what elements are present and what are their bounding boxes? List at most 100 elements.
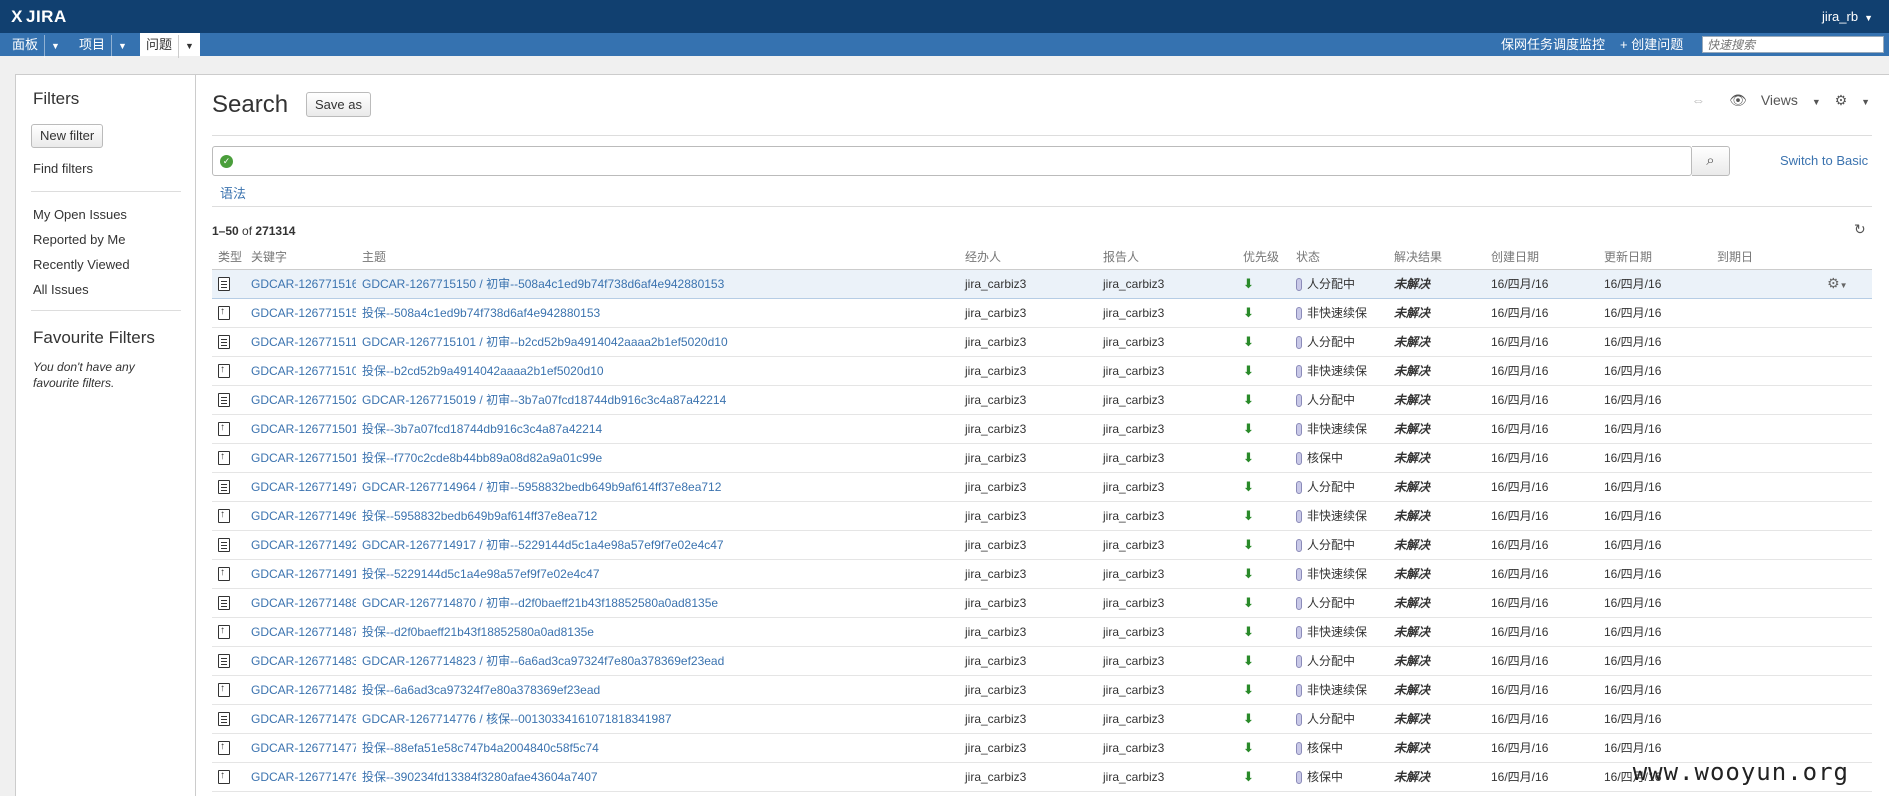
save-as-button[interactable]: Save as [306, 92, 371, 117]
table-row[interactable]: GDCAR-1267715019投保--3b7a07fcd18744db916c… [212, 414, 1872, 444]
column-header-assignee[interactable]: 经办人 [959, 245, 1097, 270]
row-actions [1821, 385, 1872, 415]
issue-key[interactable]: GDCAR-1267715101 [245, 356, 356, 386]
issue-type [212, 268, 245, 299]
issue-status: 非快速续保 [1290, 501, 1388, 531]
find-filters-link[interactable]: Find filters [33, 161, 93, 176]
issue-key[interactable]: GDCAR-1267714768 [245, 762, 356, 792]
jira-logo[interactable]: X JIRA [10, 7, 67, 27]
issue-status: 人分配中 [1290, 588, 1388, 618]
column-header-reporter[interactable]: 报告人 [1097, 245, 1237, 270]
table-row[interactable]: GDCAR-1267714833 GDCAR-1267714823 / 初审--6… [212, 646, 1872, 676]
table-row[interactable]: GDCAR-1267715101投保--b2cd52b9a4914042aaaa… [212, 356, 1872, 386]
table-row[interactable]: GDCAR-1267714870投保--d2f0baeff21b43f18852… [212, 617, 1872, 647]
new-filter-button[interactable]: New filter [31, 124, 104, 148]
issue-summary[interactable]: 投保--d2f0baeff21b43f18852580a0ad8135e [356, 617, 959, 647]
issue-summary[interactable]: 投保--5958832bedb649b9af614ff37e8ea712 [356, 501, 959, 531]
column-header-created[interactable]: 创建日期 [1485, 245, 1598, 270]
table-row[interactable]: GDCAR-1267714823投保--6a6ad3ca97324f7e80a3… [212, 675, 1872, 705]
table-row[interactable]: GDCAR-1267715160 GDCAR-1267715150 / 初审--5… [212, 268, 1872, 299]
table-row[interactable]: GDCAR-1267714964投保--5958832bedb649b9af61… [212, 501, 1872, 531]
search-button[interactable]: ⌕ [1692, 146, 1730, 176]
table-row[interactable]: GDCAR-1267714927 GDCAR-1267714917 / 初审--5… [212, 530, 1872, 560]
chevron-down-icon[interactable]: ▼ [178, 35, 194, 58]
syntax-help-link[interactable]: 语法 [220, 183, 246, 202]
issue-key[interactable]: GDCAR-1267714833 [245, 646, 356, 676]
column-header-status[interactable]: 状态 [1290, 245, 1388, 270]
issue-summary[interactable]: GDCAR-1267714823 / 初审--6a6ad3ca97324f7e8… [356, 646, 959, 676]
jql-query-input[interactable]: ✓ [212, 146, 1692, 176]
views-menu[interactable]: 👁 Views ▼ [1719, 92, 1821, 108]
issue-summary[interactable]: GDCAR-1267715019 / 初审--3b7a07fcd18744db9… [356, 385, 959, 415]
issue-summary[interactable]: GDCAR-1267715101 / 初审--b2cd52b9a4914042a… [356, 327, 959, 357]
issue-summary[interactable]: 投保--6a6ad3ca97324f7e80a378369ef23ead [356, 675, 959, 705]
table-row[interactable]: GDCAR-1267714917投保--5229144d5c1a4e98a57e… [212, 559, 1872, 589]
filter-all-issues[interactable]: All Issues [33, 282, 89, 297]
issue-key[interactable]: GDCAR-1267714823 [245, 675, 356, 705]
issue-key[interactable]: GDCAR-1267715111 [245, 327, 356, 357]
issue-summary[interactable]: 投保--b2cd52b9a4914042aaaa2b1ef5020d10 [356, 356, 959, 386]
issue-summary[interactable]: GDCAR-1267714917 / 初审--5229144d5c1a4e98a… [356, 530, 959, 560]
issue-summary[interactable]: 投保--f770c2cde8b44bb89a08d82a9a01c99e [356, 443, 959, 473]
issue-key[interactable]: GDCAR-1267714964 [245, 501, 356, 531]
row-actions[interactable]: ⚙▼ [1821, 268, 1872, 299]
create-issue-button[interactable]: + 创建问题 [1620, 33, 1683, 56]
quick-search-input[interactable] [1702, 36, 1884, 53]
chevron-down-icon[interactable]: ▼ [111, 35, 127, 58]
issue-key[interactable]: GDCAR-1267715019 [245, 414, 356, 444]
issue-key[interactable]: GDCAR-1267714786 [245, 704, 356, 734]
user-menu[interactable]: jira_rb ▼ [1822, 9, 1873, 24]
column-header-resolution[interactable]: 解决结果 [1388, 245, 1485, 270]
nav-dashboards[interactable]: 面板 ▼ [6, 33, 66, 58]
issue-updated: 16/四月/16 [1598, 327, 1711, 357]
issue-key[interactable]: GDCAR-1267714880 [245, 588, 356, 618]
issue-key[interactable]: GDCAR-1267715011 [245, 443, 356, 473]
filter-my-open-issues[interactable]: My Open Issues [33, 207, 127, 222]
table-row[interactable]: GDCAR-1267714974 GDCAR-1267714964 / 初审--5… [212, 472, 1872, 502]
column-header-type[interactable]: 类型 [212, 245, 245, 270]
issue-summary[interactable]: 投保--88efa51e58c747b4a2004840c58f5c74 [356, 733, 959, 763]
issue-summary[interactable]: 投保--508a4c1ed9b74f738d6af4e942880153 [356, 298, 959, 328]
issue-summary[interactable]: GDCAR-1267714870 / 初审--d2f0baeff21b43f18… [356, 588, 959, 618]
issue-type [212, 530, 245, 560]
issue-summary[interactable]: 投保--3b7a07fcd18744db916c3c4a87a42214 [356, 414, 959, 444]
issue-key[interactable]: GDCAR-1267714917 [245, 559, 356, 589]
column-header-key[interactable]: 关键字 [245, 245, 356, 270]
share-link-icon[interactable]: ⇔ [1691, 92, 1705, 108]
switch-to-basic-link[interactable]: Switch to Basic [1780, 153, 1868, 168]
issue-summary[interactable]: 投保--5229144d5c1a4e98a57ef9f7e02e4c47 [356, 559, 959, 589]
column-header-summary[interactable]: 主题 [356, 245, 959, 270]
issue-key[interactable]: GDCAR-1267714870 [245, 617, 356, 647]
table-row[interactable]: GDCAR-1267714786 GDCAR-1267714776 / 核保--0… [212, 704, 1872, 734]
column-header-priority[interactable]: 优先级 [1237, 245, 1290, 270]
table-row[interactable]: GDCAR-1267715029 GDCAR-1267715019 / 初审--3… [212, 385, 1872, 415]
issue-summary[interactable]: GDCAR-1267714964 / 初审--5958832bedb649b9a… [356, 472, 959, 502]
nav-monitor-link[interactable]: 保网任务调度监控 [1501, 33, 1605, 56]
issue-summary[interactable]: GDCAR-1267714776 / 核保--00130334161071818… [356, 704, 959, 734]
table-row[interactable]: GDCAR-1267714776投保--88efa51e58c747b4a200… [212, 733, 1872, 763]
column-header-due[interactable]: 到期日 [1711, 245, 1821, 270]
search-tools: ⇔ 👁 Views ▼ ⚙ ▼ [1681, 92, 1870, 109]
issue-key[interactable]: GDCAR-1267714927 [245, 530, 356, 560]
gear-icon[interactable]: ⚙▼ [1827, 275, 1847, 291]
gear-icon[interactable]: ⚙ ▼ [1835, 92, 1870, 108]
issue-key[interactable]: GDCAR-1267715029 [245, 385, 356, 415]
refresh-icon[interactable]: ↻ [1854, 221, 1866, 238]
table-row[interactable]: GDCAR-1267714768投保--390234fd13384f3280af… [212, 762, 1872, 792]
nav-projects[interactable]: 项目 ▼ [73, 33, 133, 58]
filter-recently-viewed[interactable]: Recently Viewed [33, 257, 130, 272]
table-row[interactable]: GDCAR-1267714880 GDCAR-1267714870 / 初审--d… [212, 588, 1872, 618]
issue-key[interactable]: GDCAR-1267715160 [245, 268, 356, 299]
issue-summary[interactable]: 投保--390234fd13384f3280afae43604a7407 [356, 762, 959, 792]
chevron-down-icon[interactable]: ▼ [44, 35, 60, 58]
column-header-updated[interactable]: 更新日期 [1598, 245, 1711, 270]
issue-summary[interactable]: GDCAR-1267715150 / 初审--508a4c1ed9b74f738… [356, 268, 959, 299]
issue-key[interactable]: GDCAR-1267714776 [245, 733, 356, 763]
issue-key[interactable]: GDCAR-1267714974 [245, 472, 356, 502]
table-row[interactable]: GDCAR-1267715011投保--f770c2cde8b44bb89a08… [212, 443, 1872, 473]
table-row[interactable]: GDCAR-1267715111 GDCAR-1267715101 / 初审--b… [212, 327, 1872, 357]
table-row[interactable]: GDCAR-1267715150投保--508a4c1ed9b74f738d6a… [212, 298, 1872, 328]
issue-key[interactable]: GDCAR-1267715150 [245, 298, 356, 328]
nav-issues[interactable]: 问题 ▼ [140, 33, 200, 58]
filter-reported-by-me[interactable]: Reported by Me [33, 232, 126, 247]
